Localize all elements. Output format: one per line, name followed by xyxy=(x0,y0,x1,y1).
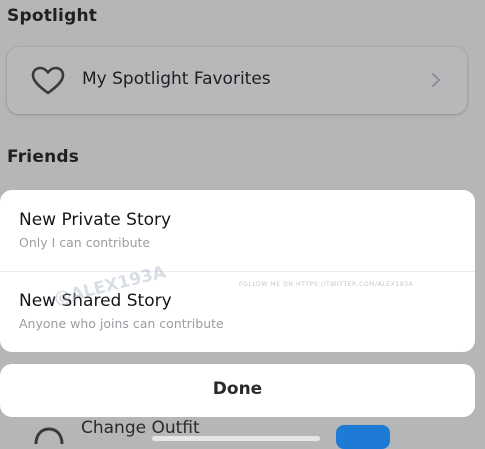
spotlight-favorites-label: My Spotlight Favorites xyxy=(82,69,271,89)
spotlight-section-title: Spotlight xyxy=(7,6,98,26)
story-options-sheet: New Private Story Only I can contribute … xyxy=(0,190,475,352)
option-title: New Private Story xyxy=(19,210,172,230)
chevron-right-icon xyxy=(432,73,440,87)
friends-section-title: Friends xyxy=(7,147,80,167)
change-outfit-button[interactable] xyxy=(336,425,390,449)
change-outfit-label: Change Outfit xyxy=(81,418,200,438)
watermark-follow-text: FOLLOW ME ON HTTPS://TWITTER.COM/ALEX193… xyxy=(239,281,414,288)
new-private-story-option[interactable]: New Private Story Only I can contribute xyxy=(0,190,475,271)
outfit-icon xyxy=(34,427,64,445)
done-button[interactable]: Done xyxy=(0,364,475,417)
home-indicator xyxy=(152,436,320,441)
heart-icon xyxy=(31,66,65,95)
spotlight-favorites-row[interactable]: My Spotlight Favorites xyxy=(7,47,467,114)
option-subtitle: Only I can contribute xyxy=(19,235,151,250)
done-button-label: Done xyxy=(212,379,263,399)
option-subtitle: Anyone who joins can contribute xyxy=(19,316,224,331)
